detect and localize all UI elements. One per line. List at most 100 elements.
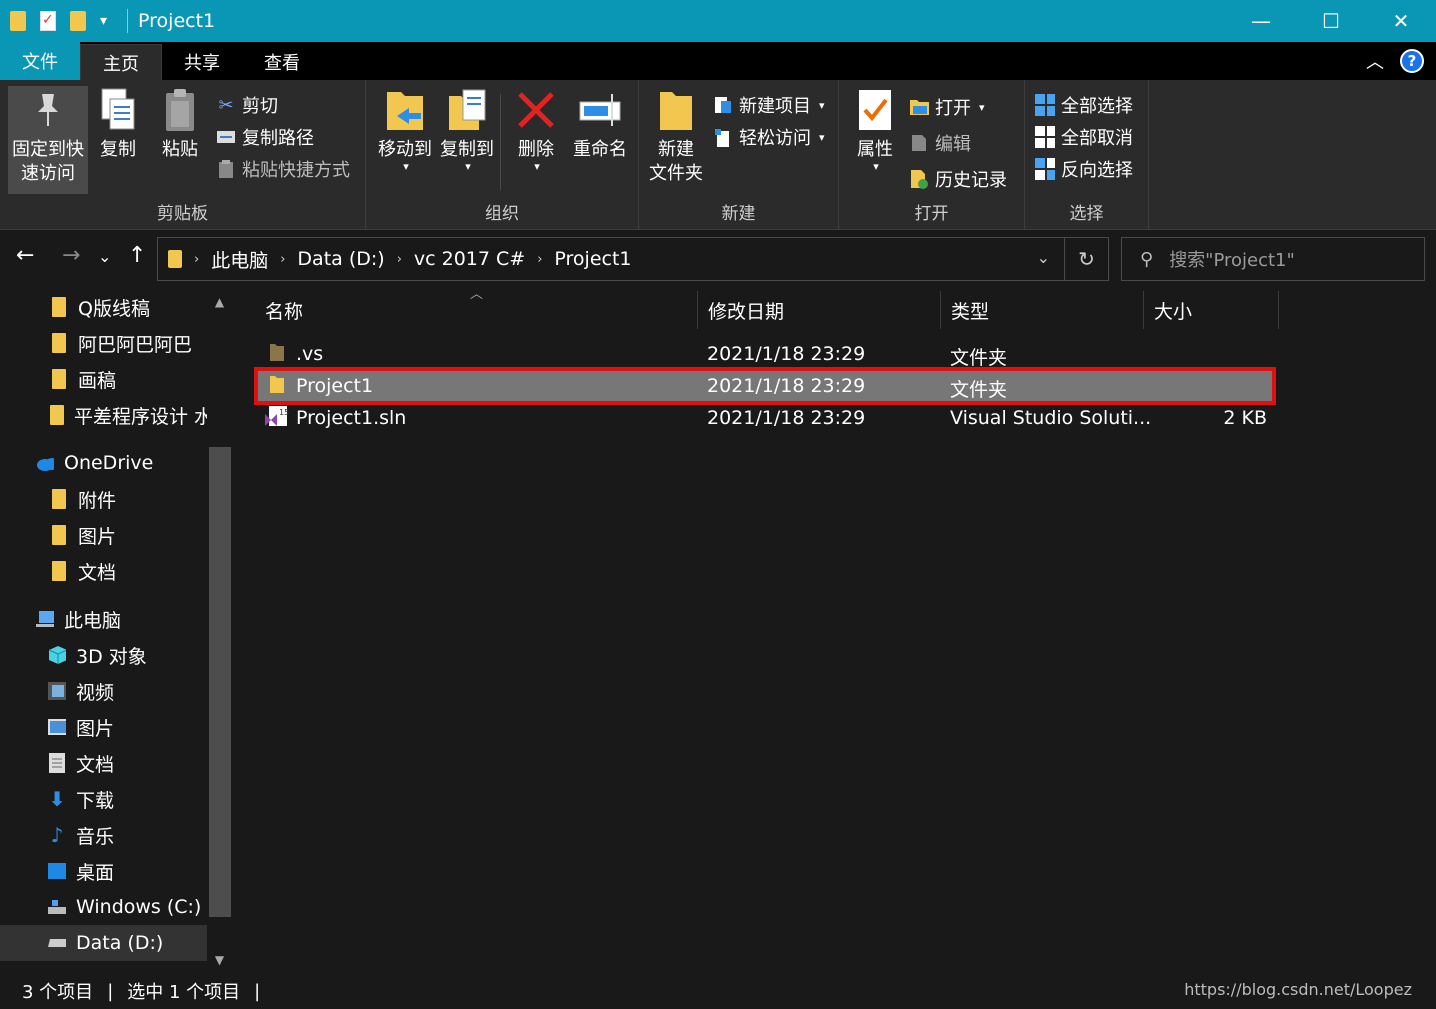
sidebar-item-label: 附件 <box>78 489 117 512</box>
back-arrow-icon[interactable]: ← <box>16 243 34 268</box>
move-to-button[interactable]: 移动到 ▾ <box>372 86 438 172</box>
sidebar-item-onedrive[interactable]: OneDrive <box>0 445 207 481</box>
sidebar-item-label: OneDrive <box>64 452 154 474</box>
forward-arrow-icon[interactable]: → <box>62 243 80 268</box>
column-header-modified[interactable]: 修改日期 <box>698 291 941 329</box>
sidebar-item-drafts[interactable]: 画稿 <box>0 361 207 397</box>
column-header-name[interactable]: 名称 <box>255 291 698 329</box>
sidebar-item-documents[interactable]: 文档 <box>0 745 207 781</box>
paste-button[interactable]: 粘贴 <box>158 86 202 162</box>
pin-label-2: 速访问 <box>21 163 75 184</box>
sidebar-item-attachments[interactable]: 附件 <box>0 481 207 517</box>
sidebar-item-videos[interactable]: 视频 <box>0 673 207 709</box>
search-icon: ⚲ <box>1140 248 1154 270</box>
pin-quick-access-button[interactable]: 固定到快 速访问 <box>8 86 88 194</box>
scroll-up-icon[interactable]: ▲ <box>207 295 232 309</box>
sidebar-item-abaaba[interactable]: 阿巴阿巴阿巴 <box>0 325 207 361</box>
chevron-down-icon[interactable]: ⌄ <box>1037 248 1050 267</box>
chevron-right-icon[interactable]: › <box>397 252 402 267</box>
sidebar-item-adjustment[interactable]: 平差程序设计 水 <box>0 397 207 433</box>
maximize-button[interactable]: ☐ <box>1296 0 1366 42</box>
sidebar-item-label: 3D 对象 <box>76 645 147 668</box>
close-button[interactable]: ✕ <box>1366 0 1436 42</box>
search-box[interactable]: ⚲ 搜索"Project1" <box>1121 237 1425 281</box>
copy-path-button[interactable]: 复制路径 <box>216 124 314 150</box>
breadcrumb-this-pc[interactable]: 此电脑 <box>211 246 268 273</box>
chevron-down-icon[interactable]: ▾ <box>100 13 107 29</box>
sidebar-item-pictures[interactable]: 图片 <box>0 709 207 745</box>
tab-share[interactable]: 共享 <box>162 44 242 80</box>
sidebar-item-windows-c[interactable]: Windows (C:) <box>0 889 207 925</box>
help-icon[interactable]: ? <box>1400 49 1424 73</box>
collapse-ribbon-icon[interactable]: ︿ <box>1366 48 1384 74</box>
invert-selection-icon <box>1035 158 1055 180</box>
sidebar-item-label: 视频 <box>76 681 115 704</box>
sidebar-item-label: 阿巴阿巴阿巴 <box>78 333 193 356</box>
history-button[interactable]: 历史记录 <box>909 166 1007 192</box>
copy-button[interactable]: 复制 <box>96 86 140 162</box>
select-all-button[interactable]: 全部选择 <box>1035 92 1133 118</box>
rename-button[interactable]: 重命名 <box>568 86 632 162</box>
rename-icon <box>578 86 622 134</box>
sidebar-item-data-d[interactable]: Data (D:) <box>0 925 207 961</box>
new-item-button[interactable]: 新建项目 ▾ <box>713 92 825 118</box>
chevron-right-icon[interactable]: › <box>194 252 199 267</box>
tab-home[interactable]: 主页 <box>80 44 162 80</box>
sidebar-item-label: 音乐 <box>76 825 115 848</box>
table-row[interactable]: .vs 2021/1/18 23:29 文件夹 <box>257 338 1273 370</box>
sidebar-scrollbar[interactable]: ▲ ▼ <box>207 287 232 973</box>
refresh-icon[interactable]: ↻ <box>1064 238 1108 280</box>
select-group-label: 选择 <box>1069 204 1104 224</box>
new-folder-icon[interactable] <box>70 11 86 31</box>
sidebar-item-music[interactable]: ♪ 音乐 <box>0 817 207 853</box>
sidebar-item-3d-objects[interactable]: 3D 对象 <box>0 637 207 673</box>
easy-access-button[interactable]: 轻松访问 ▾ <box>713 124 825 150</box>
folder-icon <box>50 333 68 353</box>
sidebar-item-onedrive-documents[interactable]: 文档 <box>0 553 207 589</box>
sidebar-item-q-lineart[interactable]: Q版线稿 <box>0 289 207 325</box>
folder-icon <box>10 11 26 31</box>
copy-to-button[interactable]: 复制到 ▾ <box>434 86 500 172</box>
open-button[interactable]: 打开 ▾ <box>909 94 985 120</box>
tab-view[interactable]: 查看 <box>242 44 322 80</box>
table-row-selected[interactable]: Project1 2021/1/18 23:29 文件夹 <box>254 367 1276 405</box>
organize-group-label: 组织 <box>485 204 519 224</box>
invert-selection-button[interactable]: 反向选择 <box>1035 156 1133 182</box>
cut-button[interactable]: ✂ 剪切 <box>216 92 278 118</box>
minimize-button[interactable]: — <box>1226 0 1296 42</box>
select-all-icon <box>1035 94 1055 116</box>
up-arrow-icon[interactable]: ↑ <box>128 243 146 268</box>
sidebar-item-desktop[interactable]: 桌面 <box>0 853 207 889</box>
chevron-right-icon[interactable]: › <box>537 252 542 267</box>
breadcrumb-vc2017[interactable]: vc 2017 C# <box>414 248 525 270</box>
sidebar-item-this-pc[interactable]: 此电脑 <box>0 601 207 637</box>
scrollbar-thumb[interactable] <box>209 447 231 917</box>
file-size: 2 KB <box>1223 407 1267 429</box>
properties-icon[interactable] <box>40 11 56 31</box>
breadcrumb-data-d[interactable]: Data (D:) <box>297 248 384 270</box>
caret-down-icon: ▾ <box>403 160 409 173</box>
ribbon: 固定到快 速访问 复制 粘贴 ✂ 剪切 复制路径 粘贴快捷方式 剪贴板 移动到 … <box>0 80 1436 230</box>
delete-button[interactable]: 删除 ▾ <box>514 86 558 172</box>
address-bar[interactable]: › 此电脑 › Data (D:) › vc 2017 C# › Project… <box>157 237 1109 281</box>
new-folder-button[interactable]: 新建 文件夹 <box>647 86 705 186</box>
chevron-right-icon[interactable]: › <box>280 252 285 267</box>
column-header-type[interactable]: 类型 <box>941 291 1144 329</box>
divider <box>127 9 129 33</box>
properties-button[interactable]: 属性 ▾ <box>853 86 897 172</box>
select-none-button[interactable]: 全部取消 <box>1035 124 1133 150</box>
paste-shortcut-button[interactable]: 粘贴快捷方式 <box>216 156 350 182</box>
recent-locations-chevron-icon[interactable]: ⌄ <box>98 247 111 266</box>
tab-file[interactable]: 文件 <box>0 42 80 80</box>
sidebar-item-downloads[interactable]: ⬇ 下载 <box>0 781 207 817</box>
table-row[interactable]: 15 Project1.sln 2021/1/18 23:29 Visual S… <box>257 402 1273 434</box>
divider <box>500 94 501 190</box>
scroll-down-icon[interactable]: ▼ <box>207 953 232 967</box>
sidebar-item-label: 画稿 <box>78 369 117 392</box>
sidebar-item-onedrive-pictures[interactable]: 图片 <box>0 517 207 553</box>
edit-label: 编辑 <box>935 134 971 155</box>
edit-button[interactable]: 编辑 <box>909 130 971 156</box>
column-header-size[interactable]: 大小 <box>1144 291 1279 329</box>
quick-access-toolbar: ▾ <box>0 9 129 33</box>
breadcrumb-project1[interactable]: Project1 <box>554 248 631 270</box>
